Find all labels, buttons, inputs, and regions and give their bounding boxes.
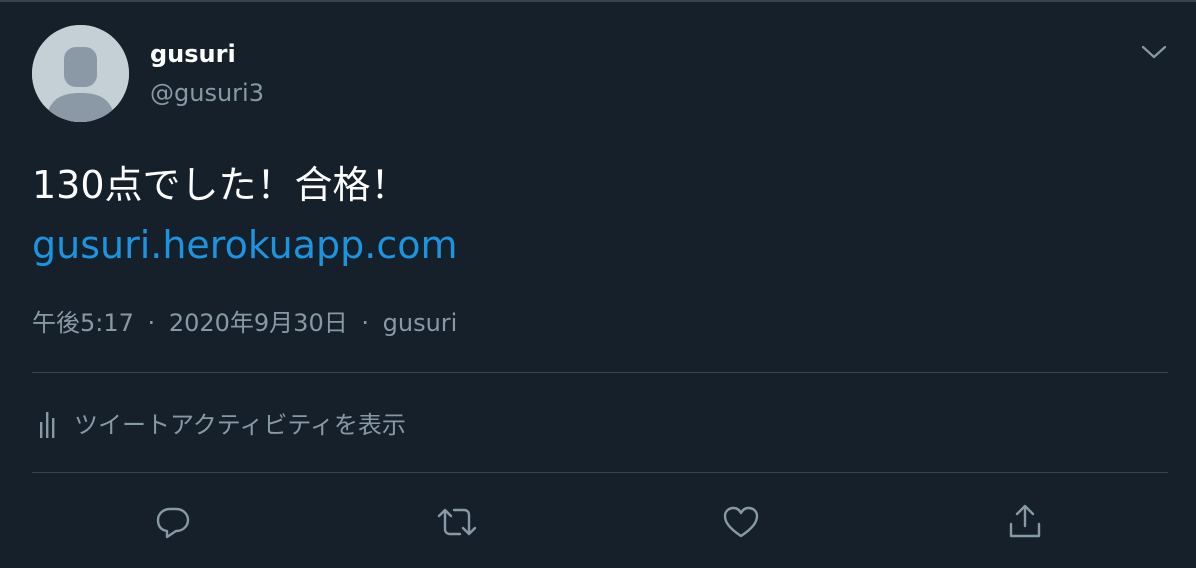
activity-label: ツイートアクティビティを表示 bbox=[74, 410, 406, 439]
tweet-link[interactable]: gusuri.herokuapp.com bbox=[32, 222, 458, 268]
avatar[interactable] bbox=[32, 25, 129, 122]
share-icon bbox=[1009, 504, 1041, 538]
tweet-time[interactable]: 午後5:17 bbox=[32, 309, 134, 337]
display-name[interactable]: gusuri bbox=[150, 39, 236, 69]
meta-separator: · bbox=[361, 309, 369, 337]
tweet-activity-link[interactable]: ツイートアクティビティを表示 bbox=[32, 404, 406, 440]
divider bbox=[32, 372, 1168, 373]
reply-button[interactable] bbox=[151, 500, 195, 544]
retweet-icon bbox=[437, 508, 477, 536]
meta-separator: · bbox=[147, 309, 156, 337]
like-icon bbox=[723, 506, 759, 538]
default-avatar-icon bbox=[32, 25, 129, 122]
analytics-icon bbox=[32, 404, 60, 440]
tweet-meta: 午後5:17 · 2020年9月30日 · gusuri bbox=[32, 308, 457, 338]
share-button[interactable] bbox=[1003, 500, 1047, 544]
user-handle[interactable]: @gusuri3 bbox=[150, 78, 264, 108]
tweet-text: 130点でした！合格！ bbox=[32, 163, 409, 207]
retweet-button[interactable] bbox=[435, 500, 479, 544]
tweet-date[interactable]: 2020年9月30日 bbox=[169, 309, 348, 337]
tweet-source[interactable]: gusuri bbox=[383, 309, 458, 337]
divider bbox=[32, 472, 1168, 473]
reply-icon bbox=[156, 507, 190, 539]
tweet-card: gusuri @gusuri3 130点でした！合格！ gusuri.herok… bbox=[0, 0, 1196, 568]
like-button[interactable] bbox=[719, 500, 763, 544]
chevron-down-icon[interactable] bbox=[1138, 36, 1170, 68]
